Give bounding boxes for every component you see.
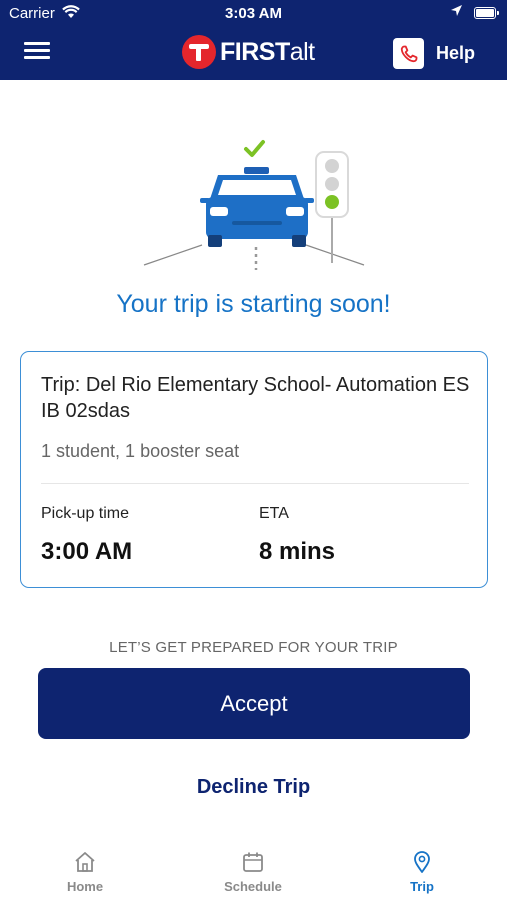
car-icon [200, 167, 314, 247]
menu-button[interactable] [24, 42, 50, 62]
tab-schedule-label: Schedule [224, 879, 282, 894]
help-button[interactable]: Help [393, 38, 475, 69]
trip-illustration [140, 135, 370, 275]
trip-status-headline: Your trip is starting soon! [116, 290, 391, 318]
decline-trip-button[interactable]: Decline Trip [0, 776, 507, 799]
status-bar: Carrier 3:03 AM [0, 0, 507, 28]
prepare-text: LET’S GET PREPARED FOR YOUR TRIP [109, 639, 398, 656]
help-label: Help [436, 43, 476, 63]
pickup-time-label: Pick-up time [41, 505, 130, 522]
card-divider [41, 483, 469, 484]
logo-mark-icon [182, 35, 216, 69]
accept-button[interactable]: Accept [38, 668, 470, 739]
logo-text-thin: alt [289, 37, 315, 66]
top-bar: Carrier 3:03 AM FIRSTalt Help [0, 0, 507, 80]
status-time: 3:03 AM [225, 5, 282, 22]
phone-icon [393, 38, 424, 69]
map-pin-icon [414, 851, 430, 873]
tab-trip[interactable]: Trip [372, 850, 472, 894]
trip-card: Trip: Del Rio Elementary School- Automat… [20, 351, 488, 588]
tab-trip-label: Trip [410, 879, 434, 894]
pickup-time-value: 3:00 AM [41, 538, 133, 565]
logo-text: FIRSTalt [220, 38, 315, 67]
trip-title: Trip: Del Rio Elementary School- Automat… [41, 374, 470, 422]
logo-text-bold: FIRST [220, 37, 290, 66]
firstalt-logo: FIRSTalt [182, 34, 315, 70]
eta-label: ETA [259, 505, 289, 522]
tab-home-label: Home [66, 879, 104, 894]
home-icon [75, 852, 95, 872]
battery-icon [474, 7, 499, 19]
tab-bar: Home Schedule Trip [0, 840, 507, 900]
traffic-light-icon [315, 151, 349, 263]
checkmark-icon [244, 140, 265, 157]
trip-passenger-details: 1 student, 1 booster seat [41, 441, 240, 461]
location-arrow-icon [450, 4, 463, 21]
eta-value: 8 mins [259, 538, 336, 565]
tab-home[interactable]: Home [35, 850, 135, 894]
calendar-icon [243, 852, 263, 872]
tab-schedule[interactable]: Schedule [203, 850, 303, 894]
